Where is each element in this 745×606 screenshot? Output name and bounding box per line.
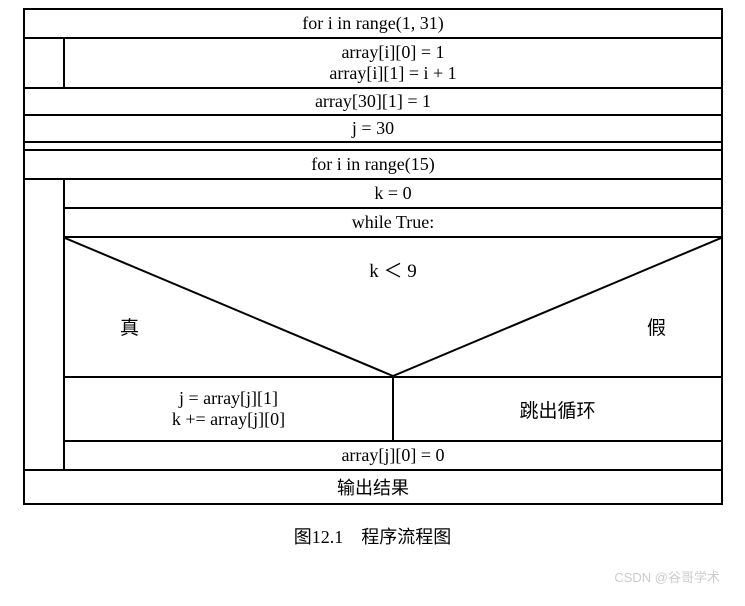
- decision-block: k ＜ 9 真 假: [65, 238, 721, 378]
- flowchart-container: for i in range(1, 31) array[i][0] = 1 ar…: [23, 8, 723, 505]
- loop1-header: for i in range(1, 31): [25, 10, 721, 39]
- stmt-j30: j = 30: [25, 116, 721, 143]
- loop1-body-line2: array[i][1] = i + 1: [329, 63, 456, 84]
- while-header: while True:: [65, 209, 721, 238]
- output-stmt: 输出结果: [25, 471, 721, 503]
- indent-spacer: [25, 180, 65, 469]
- true-branch-line2: k += array[j][0]: [172, 409, 285, 430]
- stmt-array30: array[30][1] = 1: [25, 89, 721, 116]
- stmt-k0: k = 0: [65, 180, 721, 209]
- true-label: 真: [120, 313, 139, 340]
- loop1-body: array[i][0] = 1 array[i][1] = i + 1: [65, 39, 721, 87]
- indent-spacer: [25, 39, 65, 87]
- false-label: 假: [647, 313, 666, 340]
- loop1-body-line1: array[i][0] = 1: [341, 42, 444, 63]
- loop2-body-block: k = 0 while True: k ＜ 9 真 假 j = array[j]…: [25, 180, 721, 471]
- loop1-body-block: array[i][0] = 1 array[i][1] = i + 1: [25, 39, 721, 89]
- condition-text: k ＜ 9: [369, 256, 417, 283]
- figure-caption: 图12.1 程序流程图: [8, 523, 737, 549]
- stmt-after-while: array[j][0] = 0: [65, 442, 721, 469]
- gap: [25, 143, 721, 151]
- true-branch-line1: j = array[j][1]: [179, 388, 278, 409]
- false-branch: 跳出循环: [394, 378, 721, 440]
- watermark: CSDN @谷哥学术: [614, 567, 720, 586]
- loop2-header: for i in range(15): [25, 151, 721, 180]
- true-branch: j = array[j][1] k += array[j][0]: [65, 378, 394, 440]
- branches: j = array[j][1] k += array[j][0] 跳出循环: [65, 378, 721, 442]
